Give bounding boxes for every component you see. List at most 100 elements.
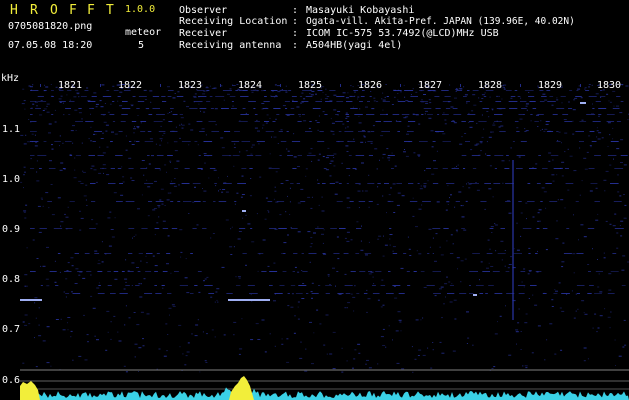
noise-row-segment <box>408 121 416 122</box>
noise-speck <box>274 84 277 86</box>
noise-row-segment <box>612 253 617 254</box>
noise-speck <box>83 195 87 197</box>
noise-row-segment <box>306 293 309 294</box>
noise-speck <box>74 157 76 159</box>
noise-row-segment <box>69 201 75 202</box>
noise-speck <box>107 111 110 113</box>
noise-speck <box>609 164 612 166</box>
noise-row-segment <box>325 293 330 294</box>
noise-row-segment <box>463 168 466 169</box>
noise-speck <box>463 86 465 88</box>
noise-row-segment <box>426 168 431 169</box>
noise-row-segment <box>240 96 249 97</box>
noise-speck <box>62 329 66 331</box>
noise-speck <box>516 222 518 224</box>
noise-row-segment <box>404 141 413 142</box>
noise-row-segment <box>30 101 37 102</box>
noise-row-segment <box>545 121 550 122</box>
noise-row-segment <box>30 271 36 272</box>
noise-speck <box>289 214 291 215</box>
noise-speck <box>465 200 468 202</box>
noise-row-segment <box>238 121 248 122</box>
noise-speck <box>227 175 228 177</box>
noise-speck <box>389 244 391 246</box>
noise-speck <box>275 171 278 173</box>
noise-row-segment <box>588 271 591 272</box>
y-axis-unit: kHz <box>1 73 20 84</box>
noise-row-segment <box>388 201 394 202</box>
noise-speck <box>354 91 356 93</box>
noise-speck <box>490 266 494 267</box>
noise-speck <box>195 324 199 326</box>
noise-row-segment <box>91 96 97 97</box>
noise-speck <box>337 258 340 260</box>
noise-speck <box>609 101 612 103</box>
noise-row-segment <box>261 271 267 272</box>
noise-speck <box>548 152 552 154</box>
noise-speck <box>409 255 412 256</box>
noise-row-segment <box>39 228 47 229</box>
noise-row-segment <box>569 90 573 91</box>
noise-row-segment <box>144 141 154 142</box>
noise-row-segment <box>236 285 241 286</box>
noise-row-segment <box>100 114 106 115</box>
noise-speck <box>376 168 378 170</box>
noise-speck <box>627 261 629 263</box>
noise-row-segment <box>302 114 305 115</box>
noise-speck <box>392 250 394 252</box>
noise-speck <box>131 105 134 107</box>
noise-speck <box>401 195 405 197</box>
noise-speck <box>616 247 619 249</box>
x-tick-mark <box>580 84 581 87</box>
noise-speck <box>486 111 489 112</box>
noise-row-segment <box>442 168 448 169</box>
noise-speck <box>431 146 434 148</box>
noise-row-segment <box>456 90 463 91</box>
y-tick-label: 1.0 <box>2 174 21 185</box>
noise-row-segment <box>550 155 559 156</box>
noise-row-segment <box>109 114 115 115</box>
noise-row-segment <box>30 168 35 169</box>
noise-speck <box>95 103 99 105</box>
noise-speck <box>532 294 534 296</box>
noise-speck <box>203 190 207 192</box>
noise-speck <box>516 127 519 129</box>
noise-row-segment <box>211 131 220 132</box>
noise-row-segment <box>478 121 487 122</box>
noise-speck <box>122 176 125 178</box>
noise-row-segment <box>325 101 333 102</box>
noise-speck <box>143 174 145 176</box>
noise-speck <box>389 234 393 235</box>
noise-speck <box>341 347 343 349</box>
noise-speck <box>382 304 385 306</box>
noise-speck <box>80 217 84 219</box>
noise-row-segment <box>39 168 42 169</box>
noise-row-segment <box>412 114 419 115</box>
noise-speck <box>300 341 302 343</box>
noise-speck <box>430 130 434 132</box>
noise-speck <box>181 123 182 125</box>
noise-row-segment <box>336 141 344 142</box>
noise-row-segment <box>210 108 214 109</box>
noise-row-segment <box>132 96 136 97</box>
noise-speck <box>423 287 427 288</box>
noise-speck <box>23 187 24 189</box>
noise-row-segment <box>300 201 306 202</box>
noise-row-segment <box>389 228 392 229</box>
noise-speck <box>525 367 528 369</box>
noise-speck <box>373 283 375 285</box>
noise-speck <box>25 134 27 136</box>
noise-speck <box>523 268 526 270</box>
noise-speck <box>508 264 512 265</box>
noise-speck <box>379 159 380 161</box>
noise-speck <box>353 138 355 140</box>
noise-row-segment <box>588 168 595 169</box>
noise-speck <box>558 282 561 284</box>
noise-speck <box>213 87 217 89</box>
noise-speck <box>70 330 73 332</box>
noise-speck <box>467 337 470 339</box>
noise-row-segment <box>144 183 154 184</box>
noise-speck <box>37 205 41 207</box>
noise-speck <box>406 271 410 272</box>
noise-row-segment <box>203 141 213 142</box>
